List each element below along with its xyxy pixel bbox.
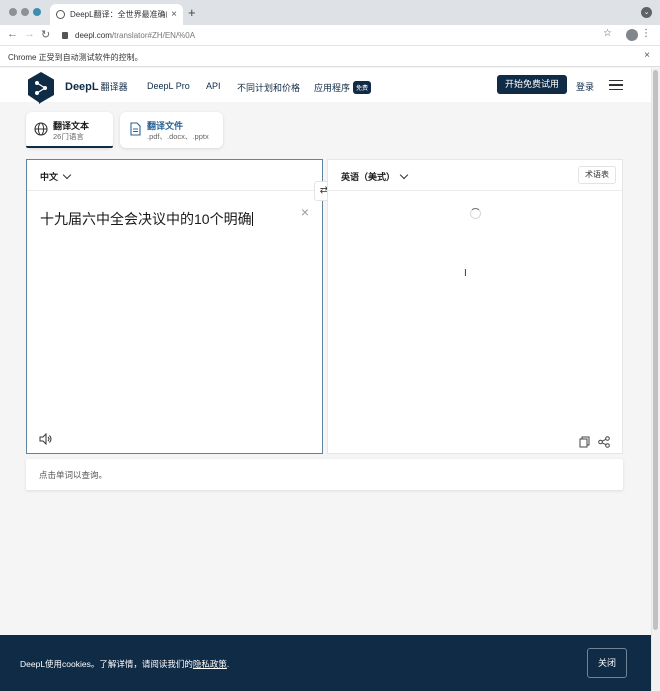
url-path: /translator#ZH/EN/%0A bbox=[111, 31, 196, 40]
tab-translate-text[interactable]: 翻译文本 26门语言 bbox=[26, 112, 113, 148]
clear-text-icon[interactable]: × bbox=[301, 204, 309, 220]
source-language-select[interactable]: 中文 bbox=[40, 170, 72, 183]
reload-icon[interactable]: ↻ bbox=[41, 28, 50, 41]
infobar-close-icon[interactable]: × bbox=[644, 50, 650, 61]
browser-tab[interactable]: DeepL翻译：全世界最准确的翻译 × bbox=[50, 4, 183, 25]
cookie-text-end: . bbox=[226, 659, 230, 669]
source-textarea[interactable]: 十九届六中全会决议中的10个明确 bbox=[40, 209, 253, 229]
address-bar: ← → ↻ deepl.com/translator#ZH/EN/%0A ☆ ⋮ bbox=[0, 25, 660, 46]
dictionary-hint: 点击单词以查询。 bbox=[26, 459, 623, 490]
speaker-icon[interactable] bbox=[39, 433, 53, 445]
nav-apps-label: 应用程序 bbox=[314, 83, 351, 93]
free-badge: 免费 bbox=[353, 81, 372, 94]
window-close-dot[interactable] bbox=[9, 8, 17, 16]
nav-deepl-pro[interactable]: DeepL Pro bbox=[147, 81, 190, 91]
automation-infobar: Chrome 正受到自动测试软件的控制。 × bbox=[0, 46, 660, 67]
tab-text-sub: 26门语言 bbox=[53, 132, 84, 141]
target-panel: 英语（美式） 术语表 I bbox=[327, 159, 623, 454]
globe-icon bbox=[34, 122, 48, 136]
tab-title: DeepL翻译：全世界最准确的翻译 bbox=[70, 10, 167, 19]
glossary-button[interactable]: 术语表 bbox=[578, 166, 616, 184]
browser-tab-bar: DeepL翻译：全世界最准确的翻译 × + ⌄ bbox=[0, 0, 660, 25]
cookie-message: DeepL使用cookies。了解详情，请阅读我们的隐私政策. bbox=[20, 658, 229, 670]
brand-name[interactable]: DeepL 翻译器 bbox=[65, 80, 128, 93]
forward-arrow-icon[interactable]: → bbox=[24, 28, 35, 40]
nav-apps[interactable]: 应用程序 免费 bbox=[314, 81, 372, 94]
site-header: DeepL 翻译器 DeepL Pro API 不同计划和价格 应用程序 免费 开始… bbox=[0, 68, 651, 105]
chevron-down-icon bbox=[399, 170, 409, 180]
nav-api[interactable]: API bbox=[206, 81, 221, 91]
tab-search-icon[interactable]: ⌄ bbox=[641, 7, 652, 18]
automation-notice: Chrome 正受到自动测试软件的控制。 bbox=[8, 53, 143, 62]
privacy-policy-link[interactable]: 隐私政策 bbox=[193, 659, 227, 669]
lock-icon bbox=[62, 32, 68, 39]
nav-plans[interactable]: 不同计划和价格 bbox=[237, 81, 300, 94]
target-panel-header: 英语（美式） 术语表 bbox=[328, 160, 622, 191]
document-icon bbox=[130, 122, 141, 136]
window-minimize-dot[interactable] bbox=[21, 8, 29, 16]
cookie-close-button[interactable]: 关闭 bbox=[587, 648, 627, 678]
globe-favicon-icon bbox=[56, 10, 65, 19]
brand-text: DeepL bbox=[65, 81, 99, 93]
target-language-label: 英语（美式） bbox=[341, 172, 396, 182]
deepl-logo-icon[interactable] bbox=[26, 71, 56, 105]
chevron-down-icon bbox=[62, 170, 72, 180]
profile-avatar-icon[interactable] bbox=[626, 29, 638, 41]
hamburger-menu-icon[interactable] bbox=[609, 80, 623, 90]
bookmark-star-icon[interactable]: ☆ bbox=[603, 28, 612, 39]
text-cursor bbox=[251, 212, 253, 226]
new-tab-button[interactable]: + bbox=[188, 5, 196, 20]
text-cursor-icon: I bbox=[464, 268, 467, 279]
brand-subtitle: 翻译器 bbox=[100, 82, 128, 92]
active-tab-indicator bbox=[26, 146, 113, 148]
url-host: deepl.com bbox=[75, 31, 112, 40]
loading-spinner-icon bbox=[470, 208, 481, 219]
cookie-text: DeepL使用cookies。了解详情，请阅读我们的 bbox=[20, 659, 193, 669]
tab-translate-file[interactable]: 翻译文件 .pdf、.docx、.pptx bbox=[120, 112, 223, 148]
tab-file-sub: .pdf、.docx、.pptx bbox=[147, 132, 209, 141]
copy-icon[interactable] bbox=[579, 436, 590, 448]
url-field[interactable]: deepl.com/translator#ZH/EN/%0A bbox=[62, 28, 195, 43]
browser-menu-icon[interactable]: ⋮ bbox=[641, 28, 651, 39]
login-link[interactable]: 登录 bbox=[576, 80, 594, 93]
source-panel-header: 中文 bbox=[27, 160, 322, 191]
source-text: 十九届六中全会决议中的10个明确 bbox=[40, 211, 252, 227]
scrollbar-thumb[interactable] bbox=[653, 70, 658, 630]
back-arrow-icon[interactable]: ← bbox=[7, 28, 18, 40]
share-icon[interactable] bbox=[598, 436, 610, 448]
cookie-banner: DeepL使用cookies。了解详情，请阅读我们的隐私政策. 关闭 bbox=[0, 635, 651, 691]
source-panel: 中文 十九届六中全会决议中的10个明确 × bbox=[26, 159, 323, 454]
start-free-trial-button[interactable]: 开始免费试用 bbox=[497, 75, 567, 94]
tab-close-icon[interactable]: × bbox=[171, 9, 177, 20]
page: DeepL 翻译器 DeepL Pro API 不同计划和价格 应用程序 免费 开始… bbox=[0, 68, 651, 691]
target-language-select[interactable]: 英语（美式） bbox=[341, 170, 409, 183]
window-maximize-dot[interactable] bbox=[33, 8, 41, 16]
source-language-label: 中文 bbox=[40, 172, 59, 182]
